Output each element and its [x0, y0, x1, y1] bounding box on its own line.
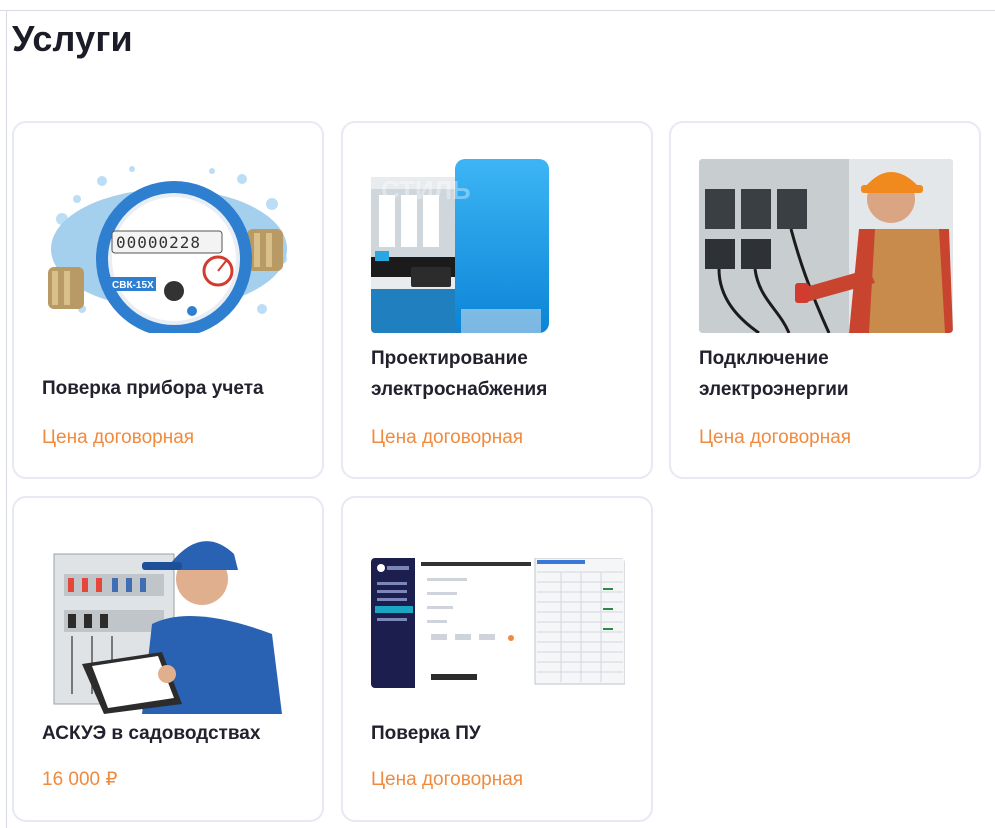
service-name-line2: электроэнергии: [699, 379, 849, 400]
page-title: Услуги: [12, 18, 133, 59]
service-card-power-connection[interactable]: Подключение электроэнергии Цена договорн…: [669, 121, 981, 479]
service-name: Поверка ПУ: [371, 723, 481, 744]
electrician-panel-image: [699, 159, 953, 333]
svg-text:СТИЛЬ: СТИЛЬ: [381, 175, 471, 205]
service-price: Цена договорная: [42, 427, 195, 448]
service-name-line1: Подключение: [699, 348, 829, 369]
frame-top-border: [0, 10, 995, 11]
service-name-line1: Проектирование: [371, 348, 528, 369]
meter-label: СВК-15Х: [112, 280, 154, 291]
service-name: АСКУЭ в садоводствах: [42, 723, 261, 744]
service-card-meter-verification[interactable]: 00000228 СВК-15Х Поверка прибора учета Ц…: [12, 121, 324, 479]
water-meter-image: 00000228 СВК-15Х: [42, 159, 296, 333]
meter-digits: 00000228: [116, 233, 201, 252]
service-name-line2: электроснабжения: [371, 379, 548, 400]
service-price: Цена договорная: [371, 769, 524, 790]
technician-clipboard-image: [42, 524, 296, 714]
software-screenshot-image: [371, 558, 625, 688]
service-price: Цена договорная: [699, 427, 852, 448]
frame-left-border: [6, 10, 7, 828]
interior-design-image: СТИЛЬ: [371, 159, 549, 333]
service-card-askue[interactable]: АСКУЭ в садоводствах 16 000 ₽: [12, 496, 324, 822]
service-card-power-design[interactable]: СТИЛЬ Проектирование электроснабжения Це…: [341, 121, 653, 479]
service-price: 16 000 ₽: [42, 769, 118, 790]
service-card-pu-verification[interactable]: Поверка ПУ Цена договорная: [341, 496, 653, 822]
service-price: Цена договорная: [371, 427, 524, 448]
service-name: Поверка прибора учета: [42, 378, 264, 399]
